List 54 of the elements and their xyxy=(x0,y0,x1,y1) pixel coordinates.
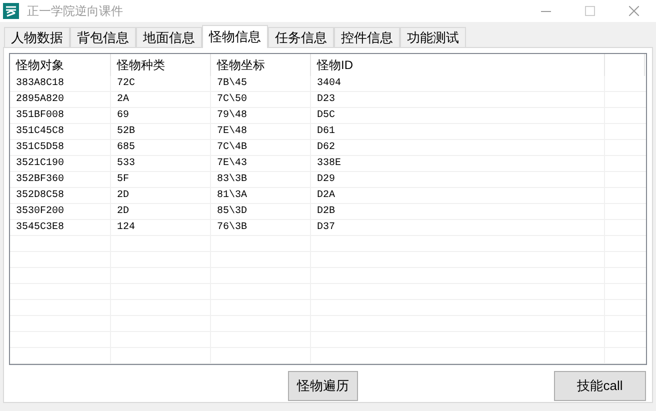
table-cell-text: 72C xyxy=(116,77,136,91)
table-cell-text: D5C xyxy=(316,109,336,123)
table-cell-text: 352D8C58 xyxy=(15,189,66,203)
table-cell-text: 124 xyxy=(116,221,136,235)
table-cell-text: D37 xyxy=(316,221,336,235)
tab[interactable]: 背包信息 xyxy=(70,27,136,47)
tab[interactable]: 控件信息 xyxy=(334,27,400,47)
action-button[interactable]: 技能call xyxy=(554,371,646,401)
table-cell-text: 7E\43 xyxy=(216,156,248,171)
tab[interactable]: 功能测试 xyxy=(400,27,466,47)
table-cell-text: D23 xyxy=(316,93,336,107)
table-cell-text: 7C\50 xyxy=(216,92,248,107)
table-cell-text: 338E xyxy=(316,157,342,171)
table-cell-text: 3530F200 xyxy=(15,205,66,219)
action-button[interactable]: 怪物遍历 xyxy=(288,371,358,401)
maximize-icon[interactable] xyxy=(585,6,595,16)
table-cell-text: D2B xyxy=(316,205,336,219)
table-cell-text: 2D xyxy=(116,189,130,203)
table-cell-text: D62 xyxy=(316,141,336,155)
table-cell-text: 81\3A xyxy=(216,188,248,203)
table-cell-text: 85\3D xyxy=(216,204,248,219)
table-cell-text: 351C45C8 xyxy=(15,125,66,139)
table-cell-text: 79\48 xyxy=(216,108,248,123)
tab[interactable]: 人物数据 xyxy=(4,27,70,47)
table-cell-text: 533 xyxy=(116,157,136,171)
table-cell-text: 7B\45 xyxy=(216,76,248,91)
table-cell-text: 83\3B xyxy=(216,172,248,187)
table-cell-text: D29 xyxy=(316,173,336,187)
tab[interactable]: 怪物信息 xyxy=(202,25,268,48)
table-cell-text: 351C5D58 xyxy=(15,141,66,155)
table-cell-text: 2A xyxy=(116,93,130,107)
table-cell-text: 52B xyxy=(116,125,136,139)
table-cell-text: 351BF008 xyxy=(15,109,66,123)
close-icon[interactable] xyxy=(629,6,639,16)
table-cell-text: 3521C190 xyxy=(15,157,66,171)
minimize-icon[interactable] xyxy=(541,10,551,12)
table-cell-text: 352BF360 xyxy=(15,173,66,187)
table-cell-text: 7C\4B xyxy=(216,140,248,155)
table-cell-text: D61 xyxy=(316,125,336,139)
table-cell-text: 2895A820 xyxy=(15,93,66,107)
table-cell-text: 383A8C18 xyxy=(15,77,66,91)
table-cell-text: 3404 xyxy=(316,77,342,91)
window-title: 正一学院逆向课件 xyxy=(27,3,123,20)
table-cell-text: 2D xyxy=(116,205,130,219)
tab[interactable]: 地面信息 xyxy=(136,27,202,47)
table-cell-text: 7E\48 xyxy=(216,124,248,139)
tab[interactable]: 任务信息 xyxy=(268,27,334,47)
table-cell-text: 76\3B xyxy=(216,220,248,235)
table-cell-text: D2A xyxy=(316,189,336,203)
table-cell-text: 5F xyxy=(116,173,130,187)
table-cell-text: 69 xyxy=(116,109,130,123)
table-cell-text: 3545C3E8 xyxy=(15,221,66,235)
app-icon xyxy=(3,3,19,19)
table-cell-text: 685 xyxy=(116,141,136,155)
